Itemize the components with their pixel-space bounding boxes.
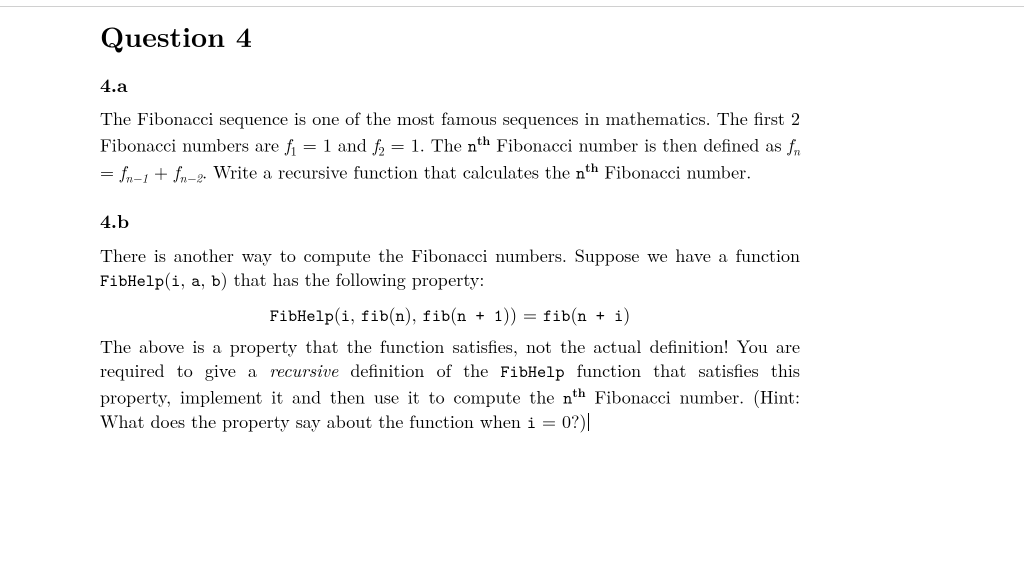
eq-func: FibHelp: [270, 303, 334, 327]
math-sup: th: [572, 383, 585, 401]
part-a-heading: 4.a: [100, 72, 800, 98]
text: Fibonacci number.: [598, 160, 751, 185]
eq-text: (: [388, 302, 395, 327]
eq-text: ): [503, 302, 510, 327]
text: = 1: [297, 132, 332, 157]
math-sub: n: [793, 141, 800, 159]
math-tt: n: [563, 386, 572, 410]
eq-text: ): [623, 302, 630, 327]
question-title: Question 4: [100, 18, 800, 56]
text: . The: [420, 132, 468, 157]
eq-func: fib: [543, 303, 570, 327]
text: =: [100, 160, 120, 185]
math-sup: th: [585, 158, 598, 176]
text: ?): [571, 409, 587, 434]
math-sup: th: [477, 131, 490, 149]
page-divider: [0, 6, 1024, 7]
eq-arg: n: [396, 303, 405, 327]
text: ): [221, 267, 228, 292]
code-inline: i: [527, 410, 536, 434]
text: ,: [180, 267, 191, 292]
eq-text: (: [334, 302, 341, 327]
eq-text: ): [405, 302, 412, 327]
eq-text: ): [510, 302, 517, 327]
eq-text: ,: [412, 302, 423, 327]
text: . Write a recursive function that calcul…: [202, 160, 576, 185]
text: = 0: [536, 409, 571, 434]
text: ,: [200, 267, 211, 292]
document-body: Question 4 4.a The Fibonacci sequence is…: [100, 18, 800, 435]
eq-arg: i: [341, 303, 350, 327]
text: There is another way to compute the Fibo…: [100, 243, 800, 268]
eq-arg: n + i: [577, 303, 623, 327]
code-inline: b: [211, 268, 220, 292]
text: definition of the: [338, 358, 500, 383]
eq-func: fib: [423, 303, 450, 327]
text: +: [148, 160, 174, 185]
part-b-text-2: The above is a property that the functio…: [100, 335, 800, 435]
display-equation: FibHelp(i, fib(n), fib(n + 1)) = fib(n +…: [100, 303, 800, 328]
math-tt: n: [468, 133, 477, 157]
eq-arg: n + 1: [457, 303, 503, 327]
text: = 1: [385, 132, 420, 157]
code-inline: i: [171, 268, 180, 292]
text-cursor[interactable]: [588, 413, 589, 432]
text: Fibonacci number is then defined as: [490, 132, 787, 157]
math-tt: n: [576, 161, 585, 185]
math-sub: n−2: [180, 169, 203, 187]
text: that has the following property:: [228, 267, 485, 292]
eq-func: fib: [361, 303, 388, 327]
part-b-text-1: There is another way to compute the Fibo…: [100, 244, 800, 293]
code-inline: FibHelp: [100, 268, 164, 292]
math-sub: n−1: [126, 169, 149, 187]
eq-text: ,: [350, 302, 361, 327]
part-a-text: The Fibonacci sequence is one of the mos…: [100, 107, 800, 186]
part-b-heading: 4.b: [100, 208, 800, 234]
code-inline: FibHelp: [500, 359, 564, 383]
emph: recursive: [269, 358, 338, 383]
text: and: [332, 132, 373, 157]
eq-text: =: [517, 302, 543, 327]
